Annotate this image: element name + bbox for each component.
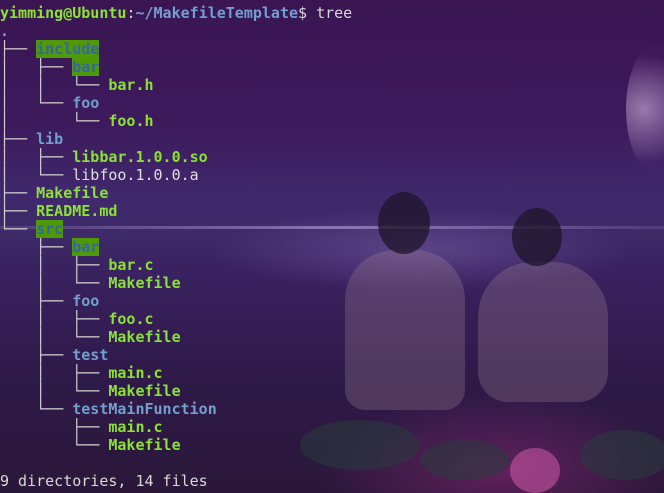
tree-branch-glyphs: └── xyxy=(0,220,37,238)
tree-branch-glyphs: │ ├── xyxy=(0,148,73,166)
tree-file-name: libfoo.1.0.0.a xyxy=(72,166,199,184)
tree-line: │ └── foo.h xyxy=(0,112,154,130)
tree-branch-glyphs: ├── xyxy=(0,184,37,202)
tree-line: ├── Makefile xyxy=(0,184,108,202)
tree-branch-glyphs: │ └── xyxy=(0,382,109,400)
tree-line: │ └── Makefile xyxy=(0,274,181,292)
tree-directory-name: lib xyxy=(36,130,64,148)
tree-directory-name: foo xyxy=(72,94,100,112)
tree-branch-glyphs: └── xyxy=(0,436,109,454)
tree-line: │ ├── libbar.1.0.0.so xyxy=(0,148,208,166)
tree-directory-name: include xyxy=(36,40,100,58)
tree-branch-glyphs: │ ├── xyxy=(0,58,73,76)
tree-file-name: bar.h xyxy=(108,76,154,94)
tree-file-name: Makefile xyxy=(108,274,181,292)
tree-file-name: main.c xyxy=(108,364,163,382)
prompt-symbol: $ xyxy=(298,4,317,22)
tree-branch-glyphs: ├── xyxy=(0,346,73,364)
tree-file-name: Makefile xyxy=(108,382,181,400)
tree-branch-glyphs: │ ├── xyxy=(0,310,109,328)
tree-branch-glyphs: ├── xyxy=(0,418,109,436)
tree-branch-glyphs: │ └── xyxy=(0,274,109,292)
tree-branch-glyphs: ├── xyxy=(0,40,37,58)
tree-directory-name: foo xyxy=(72,292,100,310)
tree-file-name: foo.h xyxy=(108,112,154,130)
tree-directory-name: testMainFunction xyxy=(72,400,217,418)
tree-branch-glyphs: ├── xyxy=(0,202,37,220)
tree-branch-glyphs: │ │ └── xyxy=(0,76,109,94)
tree-line: │ │ └── bar.h xyxy=(0,76,154,94)
tree-line: ├── bar xyxy=(0,238,100,256)
tree-branch-glyphs: │ ├── xyxy=(0,256,109,274)
tree-line: │ ├── bar xyxy=(0,58,100,76)
prompt-command: tree xyxy=(316,4,353,22)
tree-directory-name: bar xyxy=(72,238,100,256)
tree-branch-glyphs: │ └── xyxy=(0,166,73,184)
tree-line: │ ├── main.c xyxy=(0,364,163,382)
tree-line: ├── foo xyxy=(0,292,99,310)
tree-directory-name: src xyxy=(36,220,64,238)
tree-branch-glyphs: ├── xyxy=(0,130,37,148)
tree-line: ├── README.md xyxy=(0,202,117,220)
tree-line: │ └── Makefile xyxy=(0,382,181,400)
tree-line: . xyxy=(0,22,9,40)
tree-line: ├── lib xyxy=(0,130,63,148)
tree-branch-glyphs: ├── xyxy=(0,292,73,310)
tree-directory-name: bar xyxy=(72,58,100,76)
tree-line: ├── include xyxy=(0,40,100,58)
tree-file-name: libbar.1.0.0.so xyxy=(72,148,208,166)
tree-summary: 9 directories, 14 files xyxy=(0,472,208,490)
tree-line: │ └── foo xyxy=(0,94,99,112)
prompt-path: ~/MakefileTemplate xyxy=(135,4,299,22)
tree-branch-glyphs: │ ├── xyxy=(0,364,109,382)
tree-directory-name: test xyxy=(72,346,109,364)
tree-file-name: Makefile xyxy=(36,184,109,202)
tree-file-name: Makefile xyxy=(108,436,181,454)
tree-file-name: main.c xyxy=(108,418,163,436)
tree-file-name: foo.c xyxy=(108,310,154,328)
tree-branch-glyphs: │ └── xyxy=(0,112,109,130)
tree-line: └── testMainFunction xyxy=(0,400,217,418)
tree-branch-glyphs: └── xyxy=(0,400,73,418)
terminal-output[interactable]: yimming@Ubuntu:~/MakefileTemplate$ tree … xyxy=(0,0,664,493)
tree-line: ├── main.c xyxy=(0,418,163,436)
tree-line: │ └── libfoo.1.0.0.a xyxy=(0,166,199,184)
tree-line: ├── test xyxy=(0,346,108,364)
tree-file-name: Makefile xyxy=(108,328,181,346)
tree-file-name: README.md xyxy=(36,202,118,220)
tree-branch-glyphs: ├── xyxy=(0,238,73,256)
prompt-line: yimming@Ubuntu:~/MakefileTemplate$ tree xyxy=(0,4,352,22)
tree-branch-glyphs: │ └── xyxy=(0,94,73,112)
tree-branch-glyphs: │ └── xyxy=(0,328,109,346)
tree-line: │ ├── foo.c xyxy=(0,310,154,328)
tree-line: └── Makefile xyxy=(0,436,181,454)
tree-directory-name: . xyxy=(0,22,10,40)
tree-line: └── src xyxy=(0,220,64,238)
tree-line: │ ├── bar.c xyxy=(0,256,154,274)
tree-line: │ └── Makefile xyxy=(0,328,181,346)
prompt-user-host: yimming@Ubuntu xyxy=(0,4,127,22)
tree-file-name: bar.c xyxy=(108,256,154,274)
